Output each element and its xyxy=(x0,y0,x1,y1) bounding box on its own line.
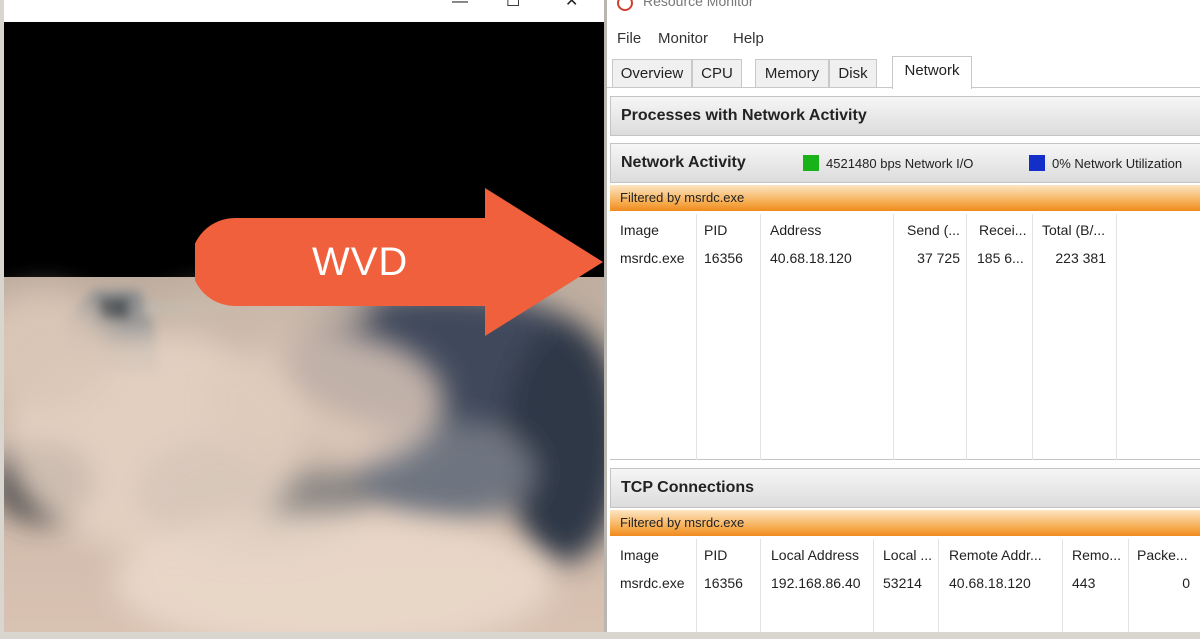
tab-disk[interactable]: Disk xyxy=(829,59,877,87)
network-utilization-legend: 0% Network Utilization xyxy=(1052,156,1183,171)
column-divider xyxy=(1116,214,1117,460)
tcp-connections-table: Image PID Local Address Local ... Remote… xyxy=(610,539,1200,632)
menu-help[interactable]: Help xyxy=(733,30,764,47)
menu-bar: File Monitor Help xyxy=(607,28,1200,50)
resource-monitor-window: Resource Monitor File Monitor Help Overv… xyxy=(604,0,1200,632)
cell-address: 40.68.18.120 xyxy=(770,250,852,266)
column-divider xyxy=(966,214,967,460)
column-divider xyxy=(696,539,697,632)
column-header-address[interactable]: Address xyxy=(770,222,821,238)
tcp-connections-title: TCP Connections xyxy=(621,479,755,496)
resource-monitor-icon xyxy=(617,0,633,11)
column-header-local-address[interactable]: Local Address xyxy=(771,547,859,563)
screen: — ☐ ✕ Resource Monitor File Monitor Help… xyxy=(0,0,1200,639)
close-button[interactable]: ✕ xyxy=(565,0,578,10)
column-divider xyxy=(760,539,761,632)
cell-pid: 16356 xyxy=(704,250,743,266)
window-title-text: Resource Monitor xyxy=(643,0,754,9)
column-divider xyxy=(873,539,874,632)
processes-section-header[interactable]: Processes with Network Activity xyxy=(610,96,1200,136)
column-header-remote-port[interactable]: Remo... xyxy=(1072,547,1121,563)
tcp-filter-text: Filtered by msrdc.exe xyxy=(620,515,745,530)
column-header-remote-address[interactable]: Remote Addr... xyxy=(949,547,1042,563)
cell-receive: 185 6... xyxy=(977,250,1024,266)
arrow-label: WVD xyxy=(312,240,409,284)
cell-packet-loss: 0 xyxy=(1182,575,1190,591)
column-header-packet-loss[interactable]: Packe... xyxy=(1137,547,1188,563)
cell-send: 37 725 xyxy=(917,250,960,266)
network-io-legend-swatch xyxy=(803,155,819,171)
network-activity-filter-bar[interactable]: Filtered by msrdc.exe xyxy=(610,185,1200,211)
column-header-image[interactable]: Image xyxy=(620,547,659,563)
tab-cpu[interactable]: CPU xyxy=(692,59,742,87)
column-header-image[interactable]: Image xyxy=(620,222,659,238)
cell-remote-address: 40.68.18.120 xyxy=(949,575,1031,591)
cell-total: 223 381 xyxy=(1055,250,1106,266)
column-divider xyxy=(1062,539,1063,632)
column-divider xyxy=(1032,214,1033,460)
network-utilization-legend-swatch xyxy=(1029,155,1045,171)
network-activity-table: Image PID Address Send (... Recei... Tot… xyxy=(610,214,1200,460)
column-divider xyxy=(696,214,697,460)
cell-image: msrdc.exe xyxy=(620,250,685,266)
tab-overview[interactable]: Overview xyxy=(612,59,692,87)
menu-monitor[interactable]: Monitor xyxy=(658,30,708,47)
tcp-filter-bar[interactable]: Filtered by msrdc.exe xyxy=(610,510,1200,536)
tab-network[interactable]: Network xyxy=(892,56,972,89)
tab-strip: Overview CPU Memory Disk Network xyxy=(607,56,1200,89)
cell-pid: 16356 xyxy=(704,575,743,591)
network-activity-title: Network Activity xyxy=(621,154,746,171)
maximize-button[interactable]: ☐ xyxy=(506,0,520,10)
column-header-local-port[interactable]: Local ... xyxy=(883,547,932,563)
processes-section-title: Processes with Network Activity xyxy=(621,107,867,124)
network-io-legend: 4521480 bps Network I/O xyxy=(826,156,974,171)
tab-memory[interactable]: Memory xyxy=(755,59,829,87)
column-header-pid[interactable]: PID xyxy=(704,222,727,238)
column-divider xyxy=(1128,539,1129,632)
column-divider xyxy=(938,539,939,632)
column-header-send[interactable]: Send (... xyxy=(907,222,960,238)
network-activity-filter-text: Filtered by msrdc.exe xyxy=(620,190,745,205)
cell-image: msrdc.exe xyxy=(620,575,685,591)
menu-file[interactable]: File xyxy=(617,30,641,47)
cell-local-address: 192.168.86.40 xyxy=(771,575,861,591)
tcp-connections-header[interactable]: TCP Connections xyxy=(610,468,1200,508)
column-divider xyxy=(893,214,894,460)
column-divider xyxy=(760,214,761,460)
column-header-total[interactable]: Total (B/... xyxy=(1042,222,1105,238)
cell-local-port: 53214 xyxy=(883,575,922,591)
video-titlebar: — ☐ ✕ xyxy=(4,0,604,22)
minimize-button[interactable]: — xyxy=(452,0,468,10)
cell-remote-port: 443 xyxy=(1072,575,1096,591)
network-activity-header[interactable]: Network Activity 4521480 bps Network I/O… xyxy=(610,143,1200,183)
column-header-receive[interactable]: Recei... xyxy=(979,222,1026,238)
column-header-pid[interactable]: PID xyxy=(704,547,727,563)
